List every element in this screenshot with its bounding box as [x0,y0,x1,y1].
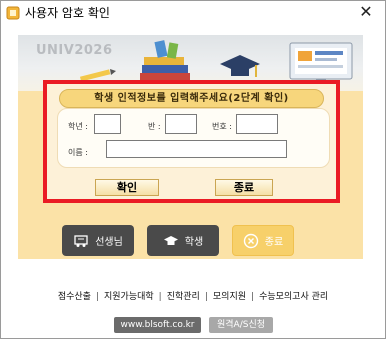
grade-label: 학년 : [68,122,88,131]
student-info-form: 학년 : 반 : 번호 : 이름 : [57,108,330,168]
teacher-label: 선생님 [95,237,123,248]
close-circle-icon [243,233,258,248]
class-label: 반 : [148,122,161,131]
menu-item-mock-exam-management[interactable]: 수능모의고사 관리 [259,292,328,302]
password-confirm-window: 사용자 암호 확인 ✕ UNIV2026 학생 인적정보를 입력해주세요(2단계… [0,0,386,339]
website-link[interactable]: www.blsoft.co.kr [114,317,201,333]
remote-support-button[interactable]: 원격A/S신청 [209,317,273,333]
title-bar: 사용자 암호 확인 ✕ [1,1,385,25]
class-input[interactable] [165,114,197,134]
grade-input[interactable] [94,114,121,134]
window-title: 사용자 암호 확인 [25,6,110,20]
menu-separator: | [204,292,208,302]
menu-separator: | [95,292,99,302]
banner-watermark: UNIV2026 [36,43,113,58]
dialog-header: 학생 인적정보를 입력해주세요(2단계 확인) [59,89,324,108]
menu-item-mock-application[interactable]: 모의지원 [213,292,246,302]
number-input[interactable] [236,114,278,134]
name-label: 이름 : [68,148,88,157]
confirm-button[interactable]: 확인 [95,179,159,196]
menu-separator: | [251,292,255,302]
teacher-button[interactable]: 선생님 [62,225,134,256]
bottom-menu: 점수산출 | 지원가능대학 | 진학관리 | 모의지원 | 수능모의고사 관리 [1,289,385,302]
number-label: 번호 : [212,122,232,131]
teacher-icon [74,234,88,247]
menu-separator: | [158,292,162,302]
app-icon [6,6,20,20]
name-input[interactable] [106,140,287,158]
menu-item-score[interactable]: 점수산출 [58,292,91,302]
student-button[interactable]: 학생 [147,225,219,256]
menu-item-admission-management[interactable]: 진학관리 [167,292,200,302]
student-info-dialog: 학생 인적정보를 입력해주세요(2단계 확인) 학년 : 반 : 번호 : 이름… [43,80,340,203]
exit-dialog-button[interactable]: 종료 [215,179,273,196]
exit-label: 종료 [264,237,284,248]
student-label: 학생 [184,237,204,248]
menu-item-universities[interactable]: 지원가능대학 [104,292,154,302]
student-cap-icon [163,235,178,245]
exit-button[interactable]: 종료 [232,225,294,256]
close-icon[interactable]: ✕ [357,3,375,21]
